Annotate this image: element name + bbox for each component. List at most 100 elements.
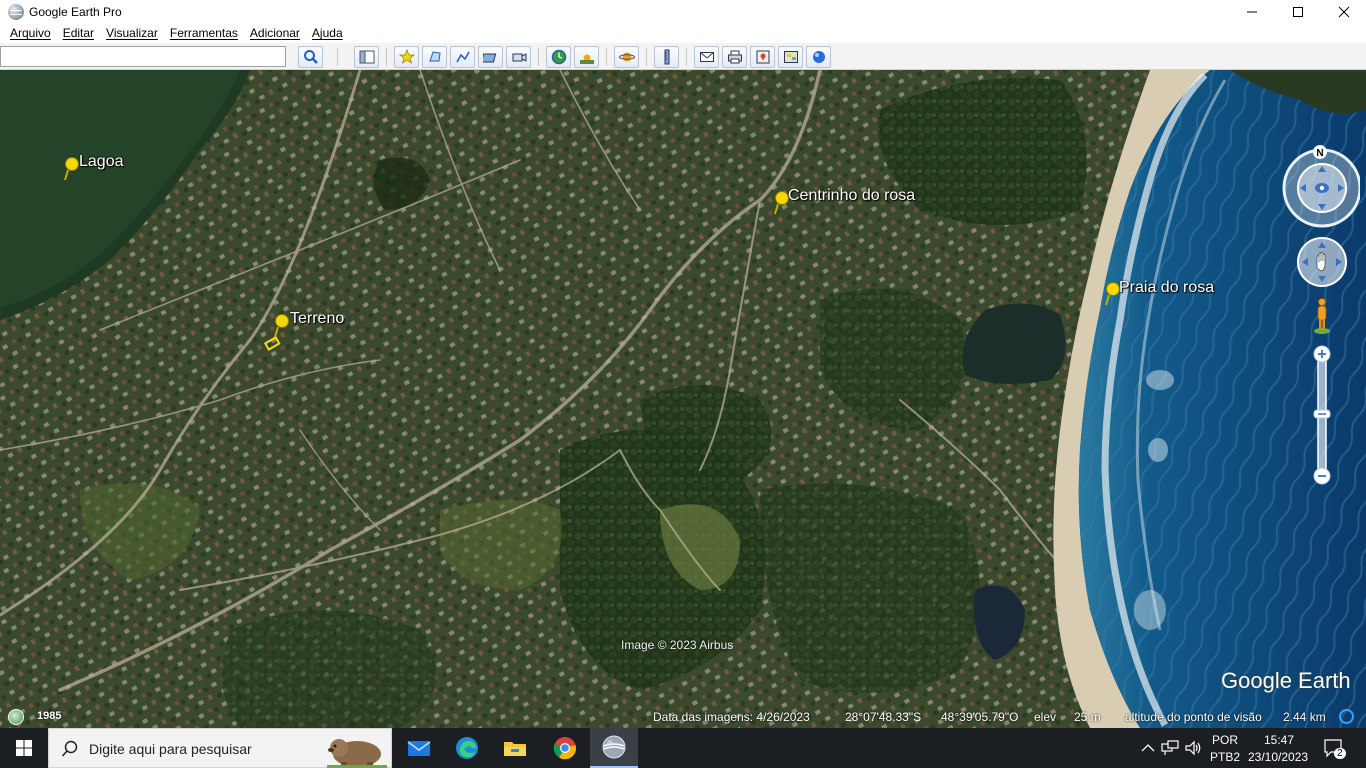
- menu-visualizar[interactable]: Visualizar: [106, 26, 158, 40]
- window-title: Google Earth Pro: [29, 4, 122, 19]
- compass-north-label: N: [1316, 148, 1323, 159]
- show-hidden-icons-chevron-up-icon[interactable]: [1141, 743, 1155, 753]
- toolbar-separator: [646, 48, 647, 66]
- placemark-terreno[interactable]: [272, 313, 290, 344]
- historical-imagery-button[interactable]: [546, 46, 571, 68]
- look-joystick[interactable]: [1282, 148, 1362, 228]
- record-tour-button[interactable]: [506, 46, 531, 68]
- search-button[interactable]: [298, 46, 323, 68]
- email-button[interactable]: [694, 46, 719, 68]
- maximize-button[interactable]: [1275, 0, 1321, 23]
- map-viewport[interactable]: Lagoa Centrinho do rosa Terreno Praia do…: [0, 70, 1366, 728]
- ruler-button[interactable]: [654, 46, 679, 68]
- network-icon[interactable]: [1161, 740, 1179, 756]
- mail-icon: [407, 741, 431, 756]
- longitude-readout: 48°39'05.79"O: [941, 710, 1019, 724]
- navigation-controls: N: [1280, 144, 1362, 494]
- save-image-button[interactable]: [750, 46, 775, 68]
- taskbar-edge[interactable]: [443, 728, 491, 768]
- add-path-icon: [455, 51, 470, 63]
- pushpin-icon: [64, 157, 79, 181]
- view-in-maps-icon: [783, 51, 798, 63]
- notification-count-badge: 2: [1334, 748, 1346, 759]
- google-earth-icon: [602, 735, 626, 759]
- input-language[interactable]: POR: [1212, 733, 1238, 747]
- zoom-slider[interactable]: [1313, 345, 1331, 485]
- edge-icon: [456, 737, 478, 759]
- satellite-imagery: [0, 70, 1366, 728]
- search-input[interactable]: [0, 46, 286, 67]
- taskbar-google-earth[interactable]: [590, 728, 638, 768]
- add-image-overlay-button[interactable]: [478, 46, 503, 68]
- windows-taskbar: Digite aqui para pesquisar POR PTB2 15:4…: [0, 728, 1366, 768]
- toolbar-separator: [337, 48, 338, 66]
- print-icon: [727, 50, 742, 64]
- move-joystick[interactable]: [1297, 237, 1347, 287]
- placemark-label-lagoa[interactable]: Lagoa: [79, 153, 124, 171]
- search-highlight-animal-icon: [327, 739, 387, 768]
- sidebar-toggle-icon: [359, 50, 374, 64]
- taskbar-file-explorer[interactable]: [491, 728, 539, 768]
- start-button[interactable]: [0, 728, 48, 768]
- status-bar: 1985 Data das imagens: 4/26/2023 28°07'4…: [0, 706, 1366, 728]
- view-in-maps-button[interactable]: [778, 46, 803, 68]
- menu-ferramentas[interactable]: Ferramentas: [170, 26, 238, 40]
- pushpin-icon: [274, 314, 289, 338]
- taskbar-chrome[interactable]: [541, 728, 589, 768]
- menu-bar: Arquivo Editar Visualizar Ferramentas Ad…: [0, 23, 1366, 43]
- taskbar-search-placeholder: Digite aqui para pesquisar: [89, 741, 252, 757]
- eye-altitude-label: altitude do ponto de visão: [1125, 710, 1262, 724]
- taskbar-search-box[interactable]: Digite aqui para pesquisar: [48, 728, 392, 768]
- menu-ajuda[interactable]: Ajuda: [312, 26, 343, 40]
- google-earth-watermark: Google Earth: [1221, 668, 1351, 693]
- menu-editar[interactable]: Editar: [63, 26, 94, 40]
- imagery-attribution: Image © 2023 Airbus: [621, 638, 734, 652]
- taskbar-mail[interactable]: [395, 728, 443, 768]
- add-polygon-icon: [428, 51, 441, 62]
- sign-in-button[interactable]: [806, 46, 831, 68]
- sunlight-icon: [579, 54, 594, 64]
- placemark-label-centrinho-do-rosa[interactable]: Centrinho do rosa: [788, 187, 915, 205]
- add-path-button[interactable]: [450, 46, 475, 68]
- file-explorer-icon: [504, 742, 526, 756]
- close-button[interactable]: [1321, 0, 1366, 23]
- minimize-icon: [1247, 11, 1257, 12]
- historical-imagery-indicator-icon[interactable]: [8, 709, 24, 725]
- placemark-lagoa[interactable]: [62, 156, 80, 187]
- sidebar-toggle-button[interactable]: [354, 46, 379, 68]
- keyboard-layout[interactable]: PTB2: [1210, 750, 1240, 764]
- title-bar: Google Earth Pro: [0, 0, 1366, 23]
- google-earth-logo-icon: [8, 3, 24, 20]
- close-icon: [1338, 6, 1350, 17]
- toolbar: [0, 43, 1366, 70]
- maximize-icon: [1293, 6, 1303, 17]
- clock-time[interactable]: 15:47: [1264, 733, 1294, 747]
- latitude-readout: 28°07'48.33"S: [845, 710, 922, 724]
- placemark-label-praia-do-rosa[interactable]: Praia do rosa: [1119, 279, 1214, 297]
- historical-imagery-icon: [551, 49, 566, 65]
- toolbar-separator: [606, 48, 607, 66]
- toolbar-separator: [386, 48, 387, 66]
- sunlight-button[interactable]: [574, 46, 599, 68]
- record-tour-icon: [512, 53, 526, 62]
- toolbar-separator: [538, 48, 539, 66]
- elevation-value: 25 m: [1074, 710, 1101, 724]
- planets-icon: [618, 52, 635, 62]
- street-view-pegman-icon[interactable]: [1314, 298, 1330, 335]
- add-placemark-button[interactable]: [394, 46, 419, 68]
- volume-icon[interactable]: [1185, 740, 1203, 756]
- menu-arquivo[interactable]: Arquivo: [10, 26, 51, 40]
- add-polygon-button[interactable]: [422, 46, 447, 68]
- minimize-button[interactable]: [1229, 0, 1275, 23]
- clock-date[interactable]: 23/10/2023: [1248, 750, 1308, 764]
- eye-altitude-value: 2.44 km: [1283, 710, 1326, 724]
- planets-button[interactable]: [614, 46, 639, 68]
- add-placemark-icon: [398, 49, 415, 64]
- sign-in-icon: [812, 51, 825, 63]
- windows-logo-icon: [16, 740, 32, 756]
- menu-adicionar[interactable]: Adicionar: [250, 26, 300, 40]
- print-button[interactable]: [722, 46, 747, 68]
- toolbar-separator: [686, 48, 687, 66]
- placemark-label-terreno[interactable]: Terreno: [290, 310, 344, 328]
- search-icon: [303, 50, 318, 64]
